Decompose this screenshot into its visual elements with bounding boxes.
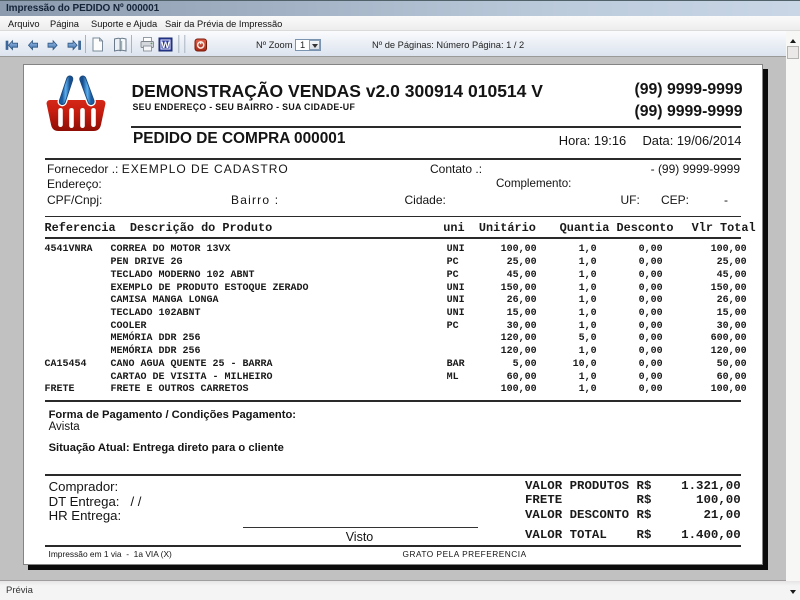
svg-text:W: W: [161, 40, 170, 50]
